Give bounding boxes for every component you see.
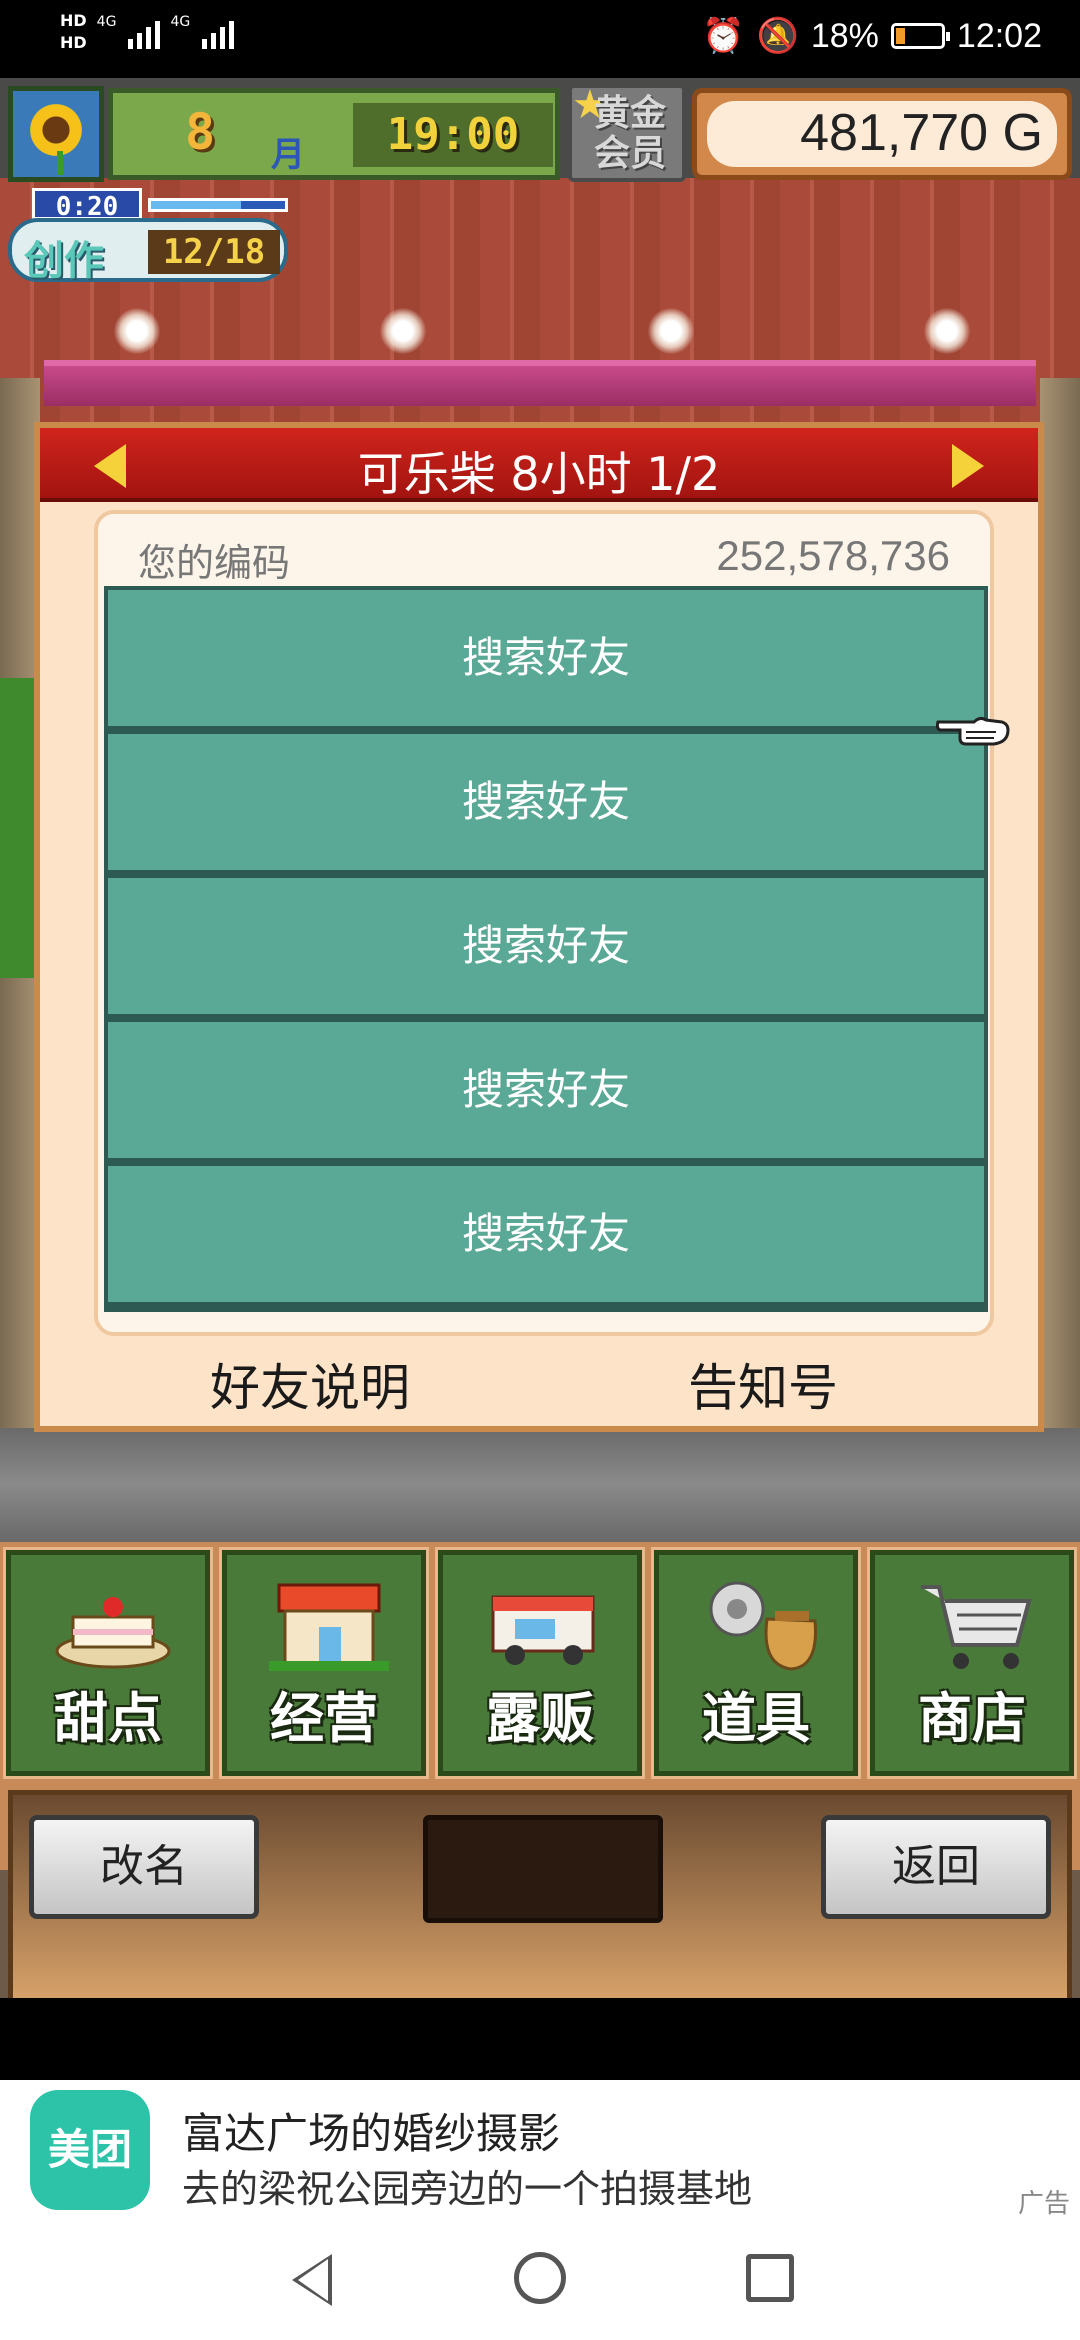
search-friend-button[interactable]: 搜索好友 — [108, 590, 984, 726]
items-bag-icon — [709, 1581, 817, 1671]
battery-icon — [890, 23, 950, 49]
ad-title: 富达广场的婚纱摄影 — [182, 2109, 561, 2158]
panel-header: 可乐柴 8小时 1/2 — [40, 428, 1038, 502]
items-menu-button[interactable]: 道具 — [651, 1547, 861, 1779]
right-wall — [1040, 378, 1080, 1468]
create-count: 12/18 — [148, 230, 280, 274]
status-left: HD HD 4G 4G — [60, 10, 235, 54]
player-code-row: 您的编码 252,578,736 — [138, 532, 950, 585]
dessert-menu-label: 甜点 — [54, 1687, 162, 1750]
ad-banner[interactable]: 美团 富达广场的婚纱摄影 去的梁祝公园旁边的一个拍摄基地 广告 — [0, 2080, 1080, 2222]
month-unit: 月 — [271, 135, 305, 175]
nav-home-icon[interactable] — [514, 2252, 566, 2304]
store-menu-label: 商店 — [918, 1687, 1026, 1750]
status-bar: HD HD 4G 4G ⏰ 🔕 18% 12:02 — [0, 0, 1080, 78]
status-right: ⏰ 🔕 18% 12:02 — [702, 16, 1042, 56]
panel-content: 您的编码 252,578,736 搜索好友 搜索好友 搜索好友 搜索好友 搜索好… — [94, 510, 994, 1336]
shop-avatar-icon[interactable] — [8, 86, 104, 182]
battery-fill — [895, 28, 905, 44]
center-slot — [423, 1815, 663, 1923]
player-code-label: 您的编码 — [138, 541, 291, 585]
gold-member-label: 黄金会员 — [593, 93, 666, 174]
game-clock: 19:00 — [353, 103, 553, 167]
tree — [0, 678, 38, 978]
ad-subtitle: 去的梁祝公园旁边的一个拍摄基地 — [182, 2167, 753, 2211]
network-2-label: 4G — [170, 14, 191, 30]
notice-number-link[interactable]: 告知号 — [688, 1348, 838, 1420]
store-menu-button[interactable]: 商店 — [867, 1547, 1077, 1779]
panel-title: 可乐柴 8小时 1/2 — [357, 447, 721, 501]
status-time: 12:02 — [956, 16, 1042, 55]
sunflower-stem — [57, 151, 63, 175]
shopping-cart-icon — [921, 1585, 1032, 1669]
create-progress-bar — [148, 198, 288, 212]
ceiling-light — [114, 308, 160, 354]
create-timer: 0:20 — [32, 188, 142, 222]
dessert-menu-button[interactable]: 甜点 — [3, 1547, 213, 1779]
manage-menu-button[interactable]: 经营 — [219, 1547, 429, 1779]
calendar-display: 8 月 19:00 — [108, 88, 560, 180]
search-friend-button[interactable]: 搜索好友 — [108, 734, 984, 870]
nav-back-icon[interactable] — [292, 2254, 332, 2306]
gold-member-badge[interactable]: ★ 黄金会员 — [568, 82, 686, 182]
network-1-label: 4G — [96, 14, 117, 30]
friend-list: 搜索好友 搜索好友 搜索好友 搜索好友 搜索好友 — [104, 586, 988, 1312]
manage-menu-label: 经营 — [270, 1687, 378, 1750]
cake-icon — [55, 1597, 171, 1669]
create-badge: 创作 12/18 — [8, 218, 288, 284]
menu-lower-area: 改名 返回 — [8, 1790, 1072, 1998]
items-menu-label: 道具 — [702, 1687, 810, 1750]
battery-percent: 18% — [810, 16, 879, 55]
food-truck-icon — [491, 1595, 595, 1665]
create-progress-fill — [151, 201, 241, 209]
ad-tag: 广告 — [1017, 2189, 1070, 2219]
create-status[interactable]: 0:20 创作 12/18 — [8, 188, 294, 288]
search-friend-button[interactable]: 搜索好友 — [108, 1166, 984, 1302]
shop-building-icon — [269, 1583, 389, 1671]
ceiling-light — [924, 308, 970, 354]
signal-1-icon — [128, 15, 161, 49]
hd-indicator: HD HD — [60, 10, 87, 54]
prev-page-arrow-icon[interactable] — [94, 444, 126, 488]
main-menu-bar: 甜点 经营 露贩 道具 商店 改名 返回 — [0, 1542, 1080, 1998]
friend-help-link[interactable]: 好友说明 — [210, 1348, 410, 1420]
hd2-label: HD — [60, 33, 87, 52]
shop-awning — [44, 360, 1036, 406]
system-nav-bar — [0, 2222, 1080, 2340]
signal-2-icon — [202, 15, 235, 49]
back-button[interactable]: 返回 — [821, 1815, 1051, 1919]
ceiling-light — [380, 308, 426, 354]
alarm-icon: ⏰ — [702, 17, 745, 55]
rename-button[interactable]: 改名 — [29, 1815, 259, 1919]
hd1-label: HD — [60, 11, 87, 30]
game-screen: 8 月 19:00 ★ 黄金会员 481,770 G 0:20 创作 12/18… — [0, 78, 1080, 1998]
sunflower-icon — [27, 101, 85, 159]
nav-recents-icon[interactable] — [746, 2254, 794, 2302]
search-friend-button[interactable]: 搜索好友 — [108, 1022, 984, 1158]
stall-menu-label: 露贩 — [486, 1687, 594, 1750]
month-number: 8 — [185, 103, 216, 161]
mute-icon: 🔕 — [756, 17, 799, 55]
panel-footer: 好友说明 告知号 — [40, 1348, 1038, 1417]
money-display: 481,770 G — [692, 88, 1072, 180]
money-value: 481,770 G — [800, 104, 1043, 162]
hand-pointer-icon — [936, 716, 1010, 746]
meituan-logo: 美团 — [30, 2090, 150, 2210]
stall-menu-button[interactable]: 露贩 — [435, 1547, 645, 1779]
search-friend-button[interactable]: 搜索好友 — [108, 878, 984, 1014]
player-code-value: 252,578,736 — [716, 532, 950, 579]
next-page-arrow-icon[interactable] — [952, 444, 984, 488]
create-label: 创作 — [24, 238, 104, 284]
friend-panel: 可乐柴 8小时 1/2 您的编码 252,578,736 搜索好友 搜索好友 搜… — [34, 422, 1044, 1432]
ceiling-light — [648, 308, 694, 354]
